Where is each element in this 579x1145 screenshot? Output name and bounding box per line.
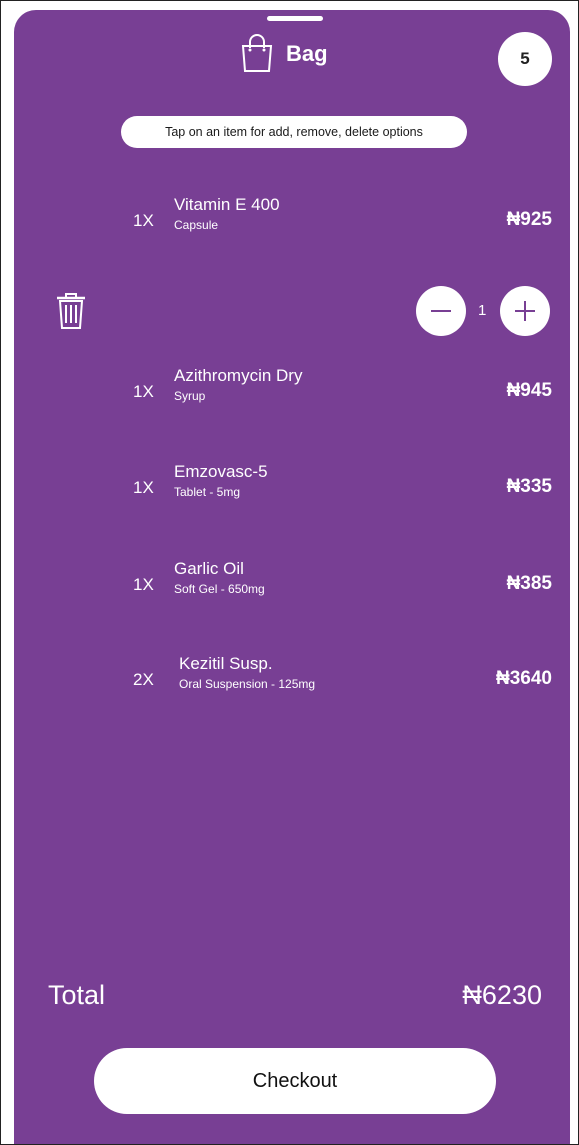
item-name: Azithromycin Dry <box>174 366 303 385</box>
item-price: ₦385 <box>506 573 552 594</box>
item-name: Vitamin E 400 <box>174 195 280 214</box>
trash-icon[interactable] <box>54 292 88 330</box>
item-price: ₦335 <box>506 476 552 497</box>
item-quantity: 2X <box>133 670 154 689</box>
item-form: Oral Suspension - 125mg <box>179 677 316 691</box>
total-value: ₦6230 <box>462 980 542 1010</box>
page-title: Bag <box>286 41 328 66</box>
bag-header: Bag 5 <box>14 32 570 86</box>
bag-item-kezitil[interactable]: 2X Kezitil Susp. Oral Suspension - 125mg… <box>14 654 570 704</box>
plus-icon <box>515 301 535 321</box>
total-label: Total <box>48 980 106 1010</box>
item-price: ₦945 <box>506 380 552 401</box>
item-controls: 1 <box>14 282 570 338</box>
drag-handle[interactable] <box>267 16 323 21</box>
bag-sheet: Bag 5 Tap on an item for add, remove, de… <box>14 10 570 1144</box>
item-quantity: 1X <box>133 382 154 401</box>
increase-quantity-button[interactable] <box>500 286 550 336</box>
item-price: ₦925 <box>506 209 552 230</box>
decrease-quantity-button[interactable] <box>416 286 466 336</box>
hint-banner: Tap on an item for add, remove, delete o… <box>121 116 467 148</box>
bag-item-emzovasc[interactable]: 1X Emzovasc-5 Tablet - 5mg ₦335 <box>14 462 570 512</box>
item-quantity: 1X <box>133 211 154 230</box>
item-name: Kezitil Susp. <box>179 654 273 673</box>
item-form: Tablet - 5mg <box>174 485 241 499</box>
item-form: Syrup <box>174 389 206 403</box>
item-name: Emzovasc-5 <box>174 462 268 481</box>
bag-item-vitamin-e[interactable]: 1X Vitamin E 400 Capsule ₦925 <box>14 195 570 245</box>
item-form: Capsule <box>174 218 219 232</box>
item-form: Soft Gel - 650mg <box>174 582 265 596</box>
checkout-button[interactable]: Checkout <box>94 1048 496 1114</box>
item-quantity: 1X <box>133 478 154 497</box>
phone-frame: Bag 5 Tap on an item for add, remove, de… <box>0 0 579 1145</box>
item-price: ₦3640 <box>496 668 552 689</box>
bag-item-azithromycin[interactable]: 1X Azithromycin Dry Syrup ₦945 <box>14 366 570 416</box>
item-count-badge: 5 <box>498 32 552 86</box>
quantity-stepper-value: 1 <box>478 302 487 319</box>
shopping-bag-icon <box>238 34 276 74</box>
item-quantity: 1X <box>133 575 154 594</box>
item-name: Garlic Oil <box>174 559 244 578</box>
bag-item-garlic-oil[interactable]: 1X Garlic Oil Soft Gel - 650mg ₦385 <box>14 559 570 609</box>
minus-icon <box>431 310 451 312</box>
